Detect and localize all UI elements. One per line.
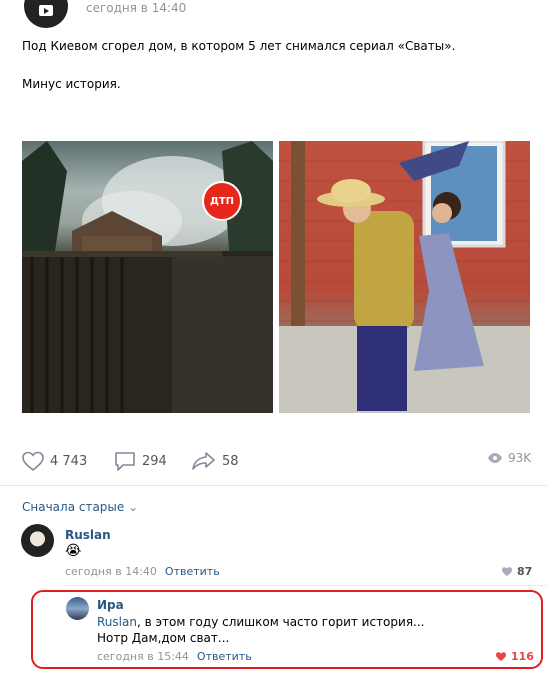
share-count: 58 (222, 453, 239, 469)
heart-icon (502, 567, 512, 576)
youtube-icon (39, 5, 53, 16)
actions-divider (0, 485, 547, 486)
post-photo-fire[interactable]: ДТП (22, 141, 273, 413)
sort-dropdown[interactable]: Сначала старые ⌄ (22, 500, 138, 514)
post-text-line2: Минус история. (22, 77, 121, 91)
comment-avatar-ruslan[interactable] (21, 524, 54, 557)
eye-icon (488, 453, 502, 463)
author-avatar[interactable] (24, 0, 68, 28)
reply-button[interactable]: Ответить (165, 565, 220, 578)
views-counter: 93K (487, 451, 531, 465)
comment-author-ruslan[interactable]: Ruslan (65, 528, 111, 542)
comment-divider (65, 585, 547, 586)
share-button[interactable]: 58 (191, 450, 239, 472)
sort-label: Сначала старые (22, 500, 125, 514)
post-timestamp[interactable]: сегодня в 14:40 (86, 1, 186, 15)
comment-icon (115, 452, 135, 471)
comment-emoji: 😭 (65, 543, 82, 559)
fire-scene-illustration (22, 141, 273, 413)
heart-icon (22, 451, 44, 472)
comment-meta-ruslan: сегодня в 14:40 Ответить (65, 565, 220, 578)
comment-count: 294 (142, 453, 167, 469)
like-count: 4 743 (50, 453, 88, 469)
dtp-logo: ДТП (202, 181, 242, 221)
highlight-annotation (31, 590, 543, 669)
post-photo-actors[interactable] (279, 141, 530, 413)
post-text-line1: Под Киевом сгорел дом, в котором 5 лет с… (22, 39, 456, 53)
comment-timestamp[interactable]: сегодня в 14:40 (65, 565, 157, 578)
like-button[interactable]: 4 743 (21, 450, 87, 472)
comment-button[interactable]: 294 (113, 450, 167, 472)
comment-like-button[interactable]: 87 (501, 565, 532, 578)
views-count: 93K (508, 451, 532, 465)
actors-scene-illustration (279, 141, 530, 413)
share-icon (192, 452, 215, 470)
chevron-down-icon: ⌄ (128, 500, 139, 514)
comment-like-count: 87 (517, 565, 533, 578)
